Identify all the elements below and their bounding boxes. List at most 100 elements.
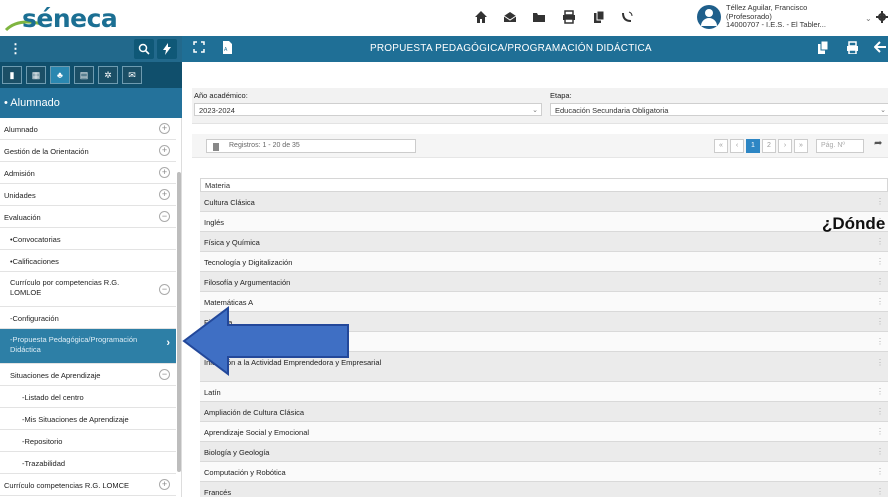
home-icon[interactable] bbox=[473, 10, 489, 26]
expand-plus-icon[interactable]: + bbox=[159, 123, 170, 134]
sidebar-item[interactable]: •Calificaciones bbox=[0, 250, 176, 272]
menu-icon[interactable]: ⋮ bbox=[9, 41, 22, 57]
user-info[interactable]: Téllez Aguilar, Francisco (Profesorado) … bbox=[726, 3, 858, 30]
expand-plus-icon[interactable]: + bbox=[159, 167, 170, 178]
expand-plus-icon[interactable]: + bbox=[159, 145, 170, 156]
materia-cell: Ampliación de Cultura Clásica bbox=[204, 408, 305, 417]
back-arrow-icon[interactable] bbox=[873, 41, 886, 56]
row-menu-icon[interactable]: ⋮ bbox=[876, 257, 884, 266]
phone-icon[interactable] bbox=[619, 10, 635, 26]
arrow-shape bbox=[182, 306, 349, 376]
table-row[interactable]: Física y Química ⋮ bbox=[200, 232, 888, 252]
sidebar-item[interactable]: -Mis Situaciones de Aprendizaje bbox=[0, 408, 176, 430]
go-arrow-icon[interactable]: ➦ bbox=[874, 138, 882, 149]
sidebar-item[interactable]: Alumnado + bbox=[0, 118, 176, 140]
copy-icon[interactable] bbox=[591, 10, 607, 26]
sidebar-item[interactable]: •Convocatorias bbox=[0, 228, 176, 250]
stage-select[interactable]: Educación Secundaria Obligatoria ⌄ bbox=[550, 103, 888, 116]
pdf-icon[interactable]: A bbox=[222, 41, 233, 57]
sidebar-item[interactable]: Unidades + bbox=[0, 184, 176, 206]
pager-first[interactable]: « bbox=[714, 139, 728, 153]
chevron-down-icon: ⌄ bbox=[880, 107, 886, 114]
table-row[interactable]: Filosofía y Argumentación ⋮ bbox=[200, 272, 888, 292]
grid-icon: ▦ bbox=[31, 70, 41, 80]
sidebar-item-label: •Convocatorias bbox=[10, 235, 61, 244]
pager-page-1[interactable]: 1 bbox=[746, 139, 760, 153]
pager-prev[interactable]: ‹ bbox=[730, 139, 744, 153]
expand-plus-icon[interactable]: + bbox=[159, 189, 170, 200]
pager-page-2[interactable]: 2 bbox=[762, 139, 776, 153]
pager-last[interactable]: » bbox=[794, 139, 808, 153]
table-row[interactable]: Ampliación de Cultura Clásica ⋮ bbox=[200, 402, 888, 422]
row-menu-icon[interactable]: ⋮ bbox=[876, 427, 884, 436]
sidebar-item[interactable]: Gestión de la Orientación + bbox=[0, 140, 176, 162]
row-menu-icon[interactable]: ⋮ bbox=[876, 447, 884, 456]
sidebar-item[interactable]: Currículo por competencias R.G. LOMLOE − bbox=[0, 272, 176, 307]
copy-records-icon[interactable] bbox=[213, 143, 219, 151]
row-menu-icon[interactable]: ⋮ bbox=[876, 237, 884, 246]
table-row[interactable]: Tecnología y Digitalización ⋮ bbox=[200, 252, 888, 272]
search-icon bbox=[138, 43, 150, 55]
expand-plus-icon[interactable]: + bbox=[159, 479, 170, 490]
tab-book[interactable]: ▮ bbox=[2, 66, 22, 84]
table-row[interactable]: Inglés ⋮ bbox=[200, 212, 888, 232]
table-row[interactable]: Aprendizaje Social y Emocional ⋮ bbox=[200, 422, 888, 442]
row-menu-icon[interactable]: ⋮ bbox=[876, 387, 884, 396]
row-menu-icon[interactable]: ⋮ bbox=[876, 357, 884, 368]
collapse-minus-icon[interactable]: − bbox=[159, 369, 170, 380]
table-row[interactable]: Cultura Clásica ⋮ bbox=[200, 192, 888, 212]
row-menu-icon[interactable]: ⋮ bbox=[876, 487, 884, 496]
messages-icon[interactable] bbox=[502, 10, 518, 26]
row-menu-icon[interactable]: ⋮ bbox=[876, 277, 884, 286]
records-label: Registros: 1 - 20 de 35 bbox=[229, 142, 300, 149]
user-caret-icon[interactable]: ⌄ bbox=[865, 14, 872, 23]
sidebar-scrollbar[interactable] bbox=[177, 172, 181, 472]
sidebar-item[interactable]: Admisión + bbox=[0, 162, 176, 184]
sidebar-item[interactable]: -Listado del centro bbox=[0, 386, 176, 408]
folder-icon[interactable] bbox=[531, 10, 547, 26]
year-select[interactable]: 2023-2024 ⌄ bbox=[194, 103, 542, 116]
sidebar-item[interactable]: -Propuesta Pedagógica/Programación Didác… bbox=[0, 329, 176, 364]
search-button[interactable] bbox=[134, 39, 154, 59]
tab-mail[interactable]: ✉ bbox=[122, 66, 142, 84]
bar-copy-icon[interactable] bbox=[817, 40, 829, 57]
page-number-input[interactable]: Pág. Nº bbox=[816, 139, 864, 153]
top-header: séneca Téllez Aguilar, Francisco (Profes… bbox=[0, 0, 888, 36]
sidebar-item-label: Currículo competencias R.G. LOMCE bbox=[4, 481, 130, 490]
pager-next[interactable]: › bbox=[778, 139, 792, 153]
table-row[interactable]: Biología y Geología ⋮ bbox=[200, 442, 888, 462]
sidebar-item[interactable]: -Configuración bbox=[0, 307, 176, 329]
sidebar-item[interactable]: -Trazabilidad bbox=[0, 452, 176, 474]
collapse-minus-icon[interactable]: − bbox=[159, 284, 170, 295]
tab-grid[interactable]: ▦ bbox=[26, 66, 46, 84]
user-avatar-icon[interactable] bbox=[697, 5, 721, 29]
sidebar-item[interactable]: Currículo competencias R.G. LOMCE + bbox=[0, 474, 176, 496]
row-menu-icon[interactable]: ⋮ bbox=[876, 467, 884, 476]
year-label: Año académico: bbox=[194, 91, 248, 100]
sidebar-item[interactable]: Evaluación − bbox=[0, 206, 176, 228]
table-row[interactable]: Francés ⋮ bbox=[200, 482, 888, 497]
tab-documents[interactable]: ▤ bbox=[74, 66, 94, 84]
collapse-minus-icon[interactable]: − bbox=[159, 211, 170, 222]
app-logo[interactable]: séneca bbox=[22, 4, 118, 33]
row-menu-icon[interactable]: ⋮ bbox=[876, 337, 884, 346]
row-menu-icon[interactable]: ⋮ bbox=[876, 317, 884, 326]
sidebar-item-label: -Trazabilidad bbox=[22, 459, 66, 468]
sidebar-item[interactable]: Situaciones de Aprendizaje − bbox=[0, 364, 176, 386]
row-menu-icon[interactable]: ⋮ bbox=[876, 407, 884, 416]
tab-settings[interactable]: ✲ bbox=[98, 66, 118, 84]
print-icon[interactable] bbox=[561, 10, 577, 26]
lightning-button[interactable] bbox=[157, 39, 177, 59]
sidebar-item[interactable]: -Repositorio bbox=[0, 430, 176, 452]
sidebar-item-label: -Configuración bbox=[10, 314, 59, 323]
expand-icon[interactable] bbox=[193, 41, 205, 56]
tab-students[interactable]: ♣ bbox=[50, 66, 70, 84]
row-menu-icon[interactable]: ⋮ bbox=[876, 197, 884, 206]
app-window: séneca Téllez Aguilar, Francisco (Profes… bbox=[0, 0, 888, 497]
bar-print-icon[interactable] bbox=[846, 41, 859, 57]
table-row[interactable]: Computación y Robótica ⋮ bbox=[200, 462, 888, 482]
materia-cell: Tecnología y Digitalización bbox=[204, 258, 293, 267]
table-row[interactable]: Latín ⋮ bbox=[200, 382, 888, 402]
settings-icon[interactable] bbox=[874, 10, 888, 26]
row-menu-icon[interactable]: ⋮ bbox=[876, 297, 884, 306]
